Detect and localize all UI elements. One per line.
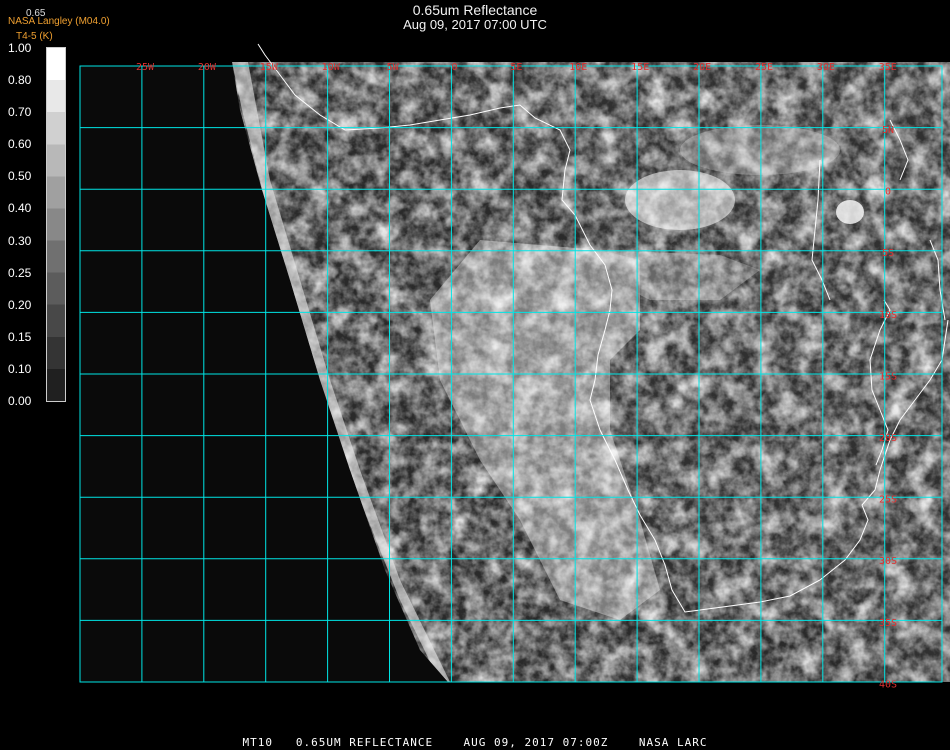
colorbar-tick-label: 0.15 [8,329,32,344]
lon-label: 0 [451,62,457,73]
lat-label: 10S [879,310,897,321]
colorbar-tick-label: 0.60 [8,137,32,152]
lat-label: 20S [879,433,897,444]
lat-label: 35S [879,618,897,629]
lon-label: 20E [693,62,711,73]
lon-label: 5E [510,62,522,73]
lon-label: 25E [755,62,773,73]
lat-label: 30S [879,556,897,567]
satellite-map: 25W 20W 15W 10W 5W 0 5E 10E 15E 20E 25E 30E 35E 5N 0 5… [79,43,950,690]
lat-label: 25S [879,495,897,506]
colorbar-tick-label: 0.30 [8,233,32,248]
colorbar-tick-label: 0.20 [8,297,32,312]
colorbar-tick-label: 0.80 [8,73,32,88]
colorbar-tick-label: 0.00 [8,394,32,408]
colorbar-tick-label: 1.00 [8,41,32,55]
lon-label: 10W [322,62,341,73]
colorbar [46,47,66,402]
lon-label: 20W [198,62,217,73]
lon-label: 5W [387,62,400,73]
lat-label: 15S [879,371,897,382]
footer-caption: MT10 0.65UM REFLECTANCE AUG 09, 2017 07:… [242,736,708,749]
lat-label: 0 [885,187,891,198]
lon-label: 30E [817,62,835,73]
colorbar-tick-label: 0.10 [8,361,32,376]
lat-label: 5N [882,125,894,136]
lon-label: 35E [879,62,897,73]
colorbar-tick-label: 0.40 [8,201,32,216]
lon-label: 10E [569,62,587,73]
colorbar-tick-label: 0.70 [8,105,32,120]
lon-label: 15W [260,62,279,73]
lon-label: 25W [136,62,155,73]
credit-source: NASA Langley (M04.0) [8,16,110,27]
colorbar-tick-label: 0.50 [8,169,32,184]
map-timestamp: Aug 09, 2017 07:00 UTC [403,17,547,32]
colorbar-tick-label: 0.25 [8,265,32,280]
lat-label: 5S [882,248,894,259]
lat-label: 40S [879,679,897,690]
lon-label: 15E [631,62,649,73]
map-title: 0.65um Reflectance [412,2,538,18]
